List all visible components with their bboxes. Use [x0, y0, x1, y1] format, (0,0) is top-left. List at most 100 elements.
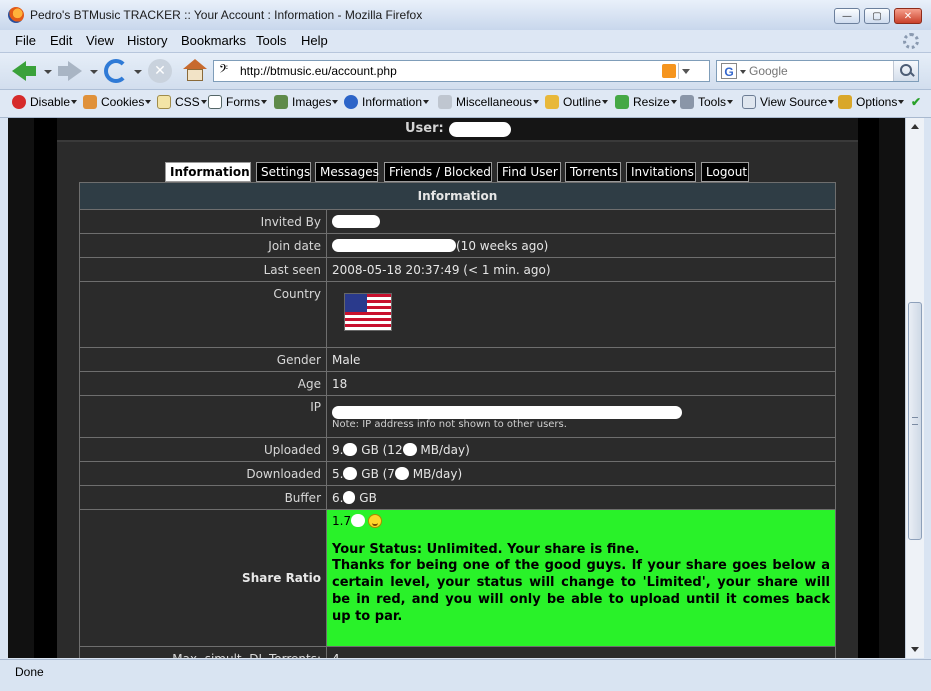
vertical-scrollbar[interactable]: [905, 118, 924, 658]
dev-disable-label: Disable: [30, 95, 71, 109]
browser-window: Pedro's BTMusic TRACKER :: Your Account …: [0, 0, 931, 691]
home-button-icon[interactable]: [183, 59, 207, 83]
redacted-username: [449, 122, 511, 137]
downloaded-value: 5. GB (7 MB/day): [326, 461, 836, 486]
menu-help[interactable]: Help: [301, 33, 328, 48]
dev-resize-label: Resize: [633, 95, 670, 109]
tab-invitations[interactable]: Invitations: [626, 162, 696, 182]
dev-resize-menu[interactable]: Resize: [615, 95, 677, 113]
menu-tools[interactable]: Tools: [256, 33, 286, 48]
account-panel: User: Information Settings Messages Frie…: [57, 118, 858, 658]
table-row: Max. simult. DL Torrents: 4: [79, 646, 836, 658]
information-table-wrap: Information Invited By Join date (10 wee…: [79, 182, 836, 658]
site-favicon-icon: 𝄢: [219, 63, 229, 79]
dev-viewsource-menu[interactable]: View Source: [742, 95, 835, 113]
tools-icon: [680, 95, 694, 109]
dev-css-menu[interactable]: CSS: [157, 95, 207, 113]
status-text: Done: [15, 665, 44, 679]
url-history-dropdown-icon[interactable]: [678, 63, 693, 79]
back-button-icon[interactable]: [12, 59, 36, 83]
table-row: Country: [79, 281, 836, 348]
dev-forms-menu[interactable]: Forms: [208, 95, 267, 113]
table-row: Buffer 6. GB: [79, 485, 836, 510]
tab-logout[interactable]: Logout: [701, 162, 749, 182]
table-row: Share Ratio 1.7 Your Status: Unlimited. …: [79, 509, 836, 647]
dev-disable-menu[interactable]: Disable: [12, 95, 78, 113]
forward-history-dropdown-icon[interactable]: [90, 70, 98, 74]
search-input[interactable]: [749, 63, 889, 79]
address-bar[interactable]: 𝄢 http://btmusic.eu/account.php: [213, 60, 737, 82]
css-icon: [157, 95, 171, 109]
scroll-up-icon[interactable]: [906, 118, 924, 135]
dev-cookies-menu[interactable]: Cookies: [83, 95, 152, 113]
country-value: [326, 281, 836, 348]
menu-bookmarks[interactable]: Bookmarks: [181, 33, 246, 48]
downloaded-part-c: MB/day): [412, 466, 463, 481]
us-flag-icon: [344, 293, 392, 331]
tab-settings[interactable]: Settings: [256, 162, 311, 182]
dev-cookies-label: Cookies: [101, 95, 145, 109]
tab-messages[interactable]: Messages: [315, 162, 379, 182]
uploaded-part-b: GB (12: [361, 442, 403, 457]
information-table: Information Invited By Join date (10 wee…: [79, 182, 836, 658]
redacted-ip: [332, 405, 682, 419]
menu-history[interactable]: History: [127, 33, 167, 48]
dev-tools-menu[interactable]: Tools: [680, 95, 734, 113]
dev-information-menu[interactable]: Information: [344, 95, 430, 113]
share-ratio-label: Share Ratio: [79, 509, 327, 647]
max-dl-label: Max. simult. DL Torrents:: [79, 646, 327, 658]
downloaded-part-b: GB (7: [361, 466, 395, 481]
search-engine-dropdown-icon[interactable]: [740, 70, 746, 74]
table-row: Downloaded 5. GB (7 MB/day): [79, 461, 836, 486]
menu-edit[interactable]: Edit: [50, 33, 72, 48]
tab-friends-blocked[interactable]: Friends / Blocked: [384, 162, 492, 182]
dev-miscellaneous-menu[interactable]: Miscellaneous: [438, 95, 540, 113]
close-button[interactable]: ✕: [894, 8, 922, 24]
address-url[interactable]: http://btmusic.eu/account.php: [240, 64, 397, 78]
stop-button-icon[interactable]: ✕: [148, 59, 172, 83]
invited-by-label: Invited By: [79, 209, 327, 234]
uploaded-value: 9. GB (12 MB/day): [326, 437, 836, 462]
forms-icon: [208, 95, 222, 109]
scroll-down-icon[interactable]: [906, 641, 924, 658]
google-engine-icon[interactable]: G: [721, 63, 737, 79]
country-label: Country: [79, 281, 327, 348]
page-content: User: Information Settings Messages Frie…: [8, 118, 905, 658]
tab-information[interactable]: Information: [165, 162, 251, 182]
dev-images-label: Images: [292, 95, 332, 109]
dev-outline-menu[interactable]: Outline: [545, 95, 609, 113]
minimize-button[interactable]: —: [834, 8, 860, 24]
dev-viewsource-label: View Source: [760, 95, 828, 109]
search-magnifier-icon[interactable]: [893, 61, 918, 81]
tab-torrents[interactable]: Torrents: [565, 162, 621, 182]
reload-button-icon[interactable]: [104, 59, 128, 83]
table-row: Join date (10 weeks ago): [79, 233, 836, 258]
menu-file[interactable]: File: [15, 33, 36, 48]
maximize-button[interactable]: ▢: [864, 8, 890, 24]
ip-value: Note: IP address info not shown to other…: [326, 395, 836, 438]
reload-dropdown-icon[interactable]: [134, 70, 142, 74]
view-source-icon: [742, 95, 756, 109]
scroll-thumb[interactable]: [908, 302, 922, 540]
back-history-dropdown-icon[interactable]: [44, 70, 52, 74]
rss-feed-icon[interactable]: [662, 64, 676, 78]
buffer-label: Buffer: [79, 485, 327, 510]
downloaded-label: Downloaded: [79, 461, 327, 486]
dev-options-label: Options: [856, 95, 898, 109]
search-box[interactable]: G: [716, 60, 919, 82]
ip-label: IP: [79, 395, 327, 438]
uploaded-label: Uploaded: [79, 437, 327, 462]
title-bar: Pedro's BTMusic TRACKER :: Your Account …: [0, 0, 931, 31]
forward-button-icon[interactable]: [58, 59, 82, 83]
share-ratio-value-line: 1.7: [332, 514, 830, 528]
window-title: Pedro's BTMusic TRACKER :: Your Account …: [30, 8, 423, 22]
resize-icon: [615, 95, 629, 109]
web-developer-toolbar: Disable Cookies CSS Forms Images Informa…: [0, 90, 931, 118]
share-ratio-box: 1.7 Your Status: Unlimited. Your share i…: [326, 509, 836, 647]
dev-images-menu[interactable]: Images: [274, 95, 339, 113]
menu-view[interactable]: View: [86, 33, 114, 48]
dev-options-menu[interactable]: Options: [838, 95, 905, 113]
tab-find-user[interactable]: Find User: [497, 162, 561, 182]
validation-check-icon[interactable]: ✔: [911, 95, 921, 113]
page-left-border: [8, 118, 34, 658]
